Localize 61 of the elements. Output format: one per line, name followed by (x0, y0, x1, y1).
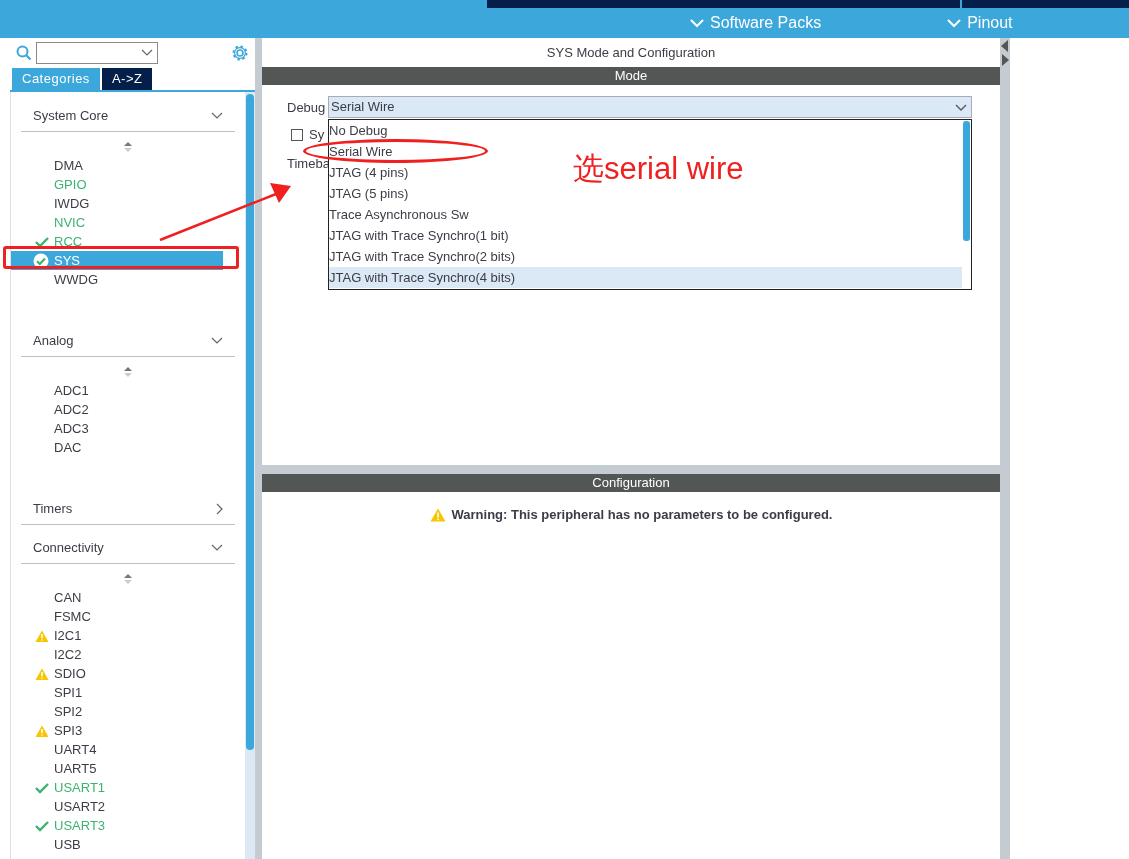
chevron-down-icon (947, 18, 962, 28)
peripheral-item[interactable]: SPI3 (53, 721, 83, 740)
chevron-down-icon (955, 103, 967, 111)
chevron-down-icon (141, 49, 153, 57)
collapse-arrow-icon[interactable] (1001, 40, 1009, 52)
category-header[interactable]: System Core (21, 100, 235, 132)
scrollbar-thumb[interactable] (246, 94, 254, 750)
peripheral-item[interactable]: UART4 (53, 740, 97, 759)
debug-select[interactable]: Serial Wire (328, 96, 972, 118)
peripheral-item[interactable]: ADC1 (53, 381, 89, 400)
peripheral-item[interactable]: DMA (53, 156, 83, 175)
chevron-down-icon (211, 112, 223, 119)
warning-icon (429, 507, 446, 522)
chevron-down-icon (211, 337, 223, 344)
dropdown-option[interactable]: JTAG (5 pins) (329, 183, 409, 204)
search-combo-field[interactable] (36, 42, 158, 64)
category-header[interactable]: Timers (21, 493, 235, 525)
dropdown-option[interactable]: Trace Asynchronous Sw (329, 204, 469, 225)
warning-message: Warning: This peripheral has no parameters to be configured. (451, 506, 833, 524)
category-header[interactable]: Connectivity (21, 532, 235, 564)
peripheral-item[interactable]: ADC2 (53, 400, 89, 419)
peripheral-item[interactable]: DAC (53, 438, 82, 457)
sort-arrows-icon (124, 574, 132, 584)
chevron-down-icon (211, 544, 223, 551)
peripheral-item[interactable]: SPI1 (53, 683, 83, 702)
field-label: Timeba (287, 155, 330, 171)
search-icon (16, 45, 32, 61)
dropdown-option[interactable]: JTAG with Trace Synchro(4 bits) (329, 267, 962, 288)
checkbox-label: Sy (309, 126, 325, 144)
peripheral-item[interactable]: ADC3 (53, 419, 89, 438)
sort-arrows-icon (124, 142, 132, 152)
peripheral-item[interactable]: IWDG (53, 194, 90, 213)
chevron-right-icon (216, 502, 223, 515)
peripheral-item[interactable]: WWDG (53, 270, 99, 289)
chevron-down-icon (690, 18, 704, 28)
dropdown-option[interactable]: Serial Wire (329, 141, 393, 162)
scrollbar-thumb[interactable] (963, 121, 970, 241)
dropdown-option[interactable]: JTAG with Trace Synchro(1 bit) (329, 225, 509, 246)
peripheral-item[interactable]: USB (53, 835, 81, 854)
annotation-text: 选serial wire (573, 153, 744, 184)
section-header: Configuration (262, 474, 1000, 492)
peripheral-item[interactable]: UART5 (53, 759, 97, 778)
peripheral-item[interactable]: I2C1 (53, 626, 82, 645)
category-header[interactable]: Analog (21, 325, 235, 357)
peripheral-item[interactable]: SPI2 (53, 702, 83, 721)
peripheral-item[interactable]: USART2 (53, 797, 106, 816)
tab[interactable]: A->Z (101, 68, 153, 90)
dropdown-option[interactable]: JTAG with Trace Synchro(2 bits) (329, 246, 516, 267)
dropdown-option[interactable]: JTAG (4 pins) (329, 162, 409, 183)
sort-arrows-icon (124, 367, 132, 377)
peripheral-item[interactable]: FSMC (53, 607, 91, 626)
expand-arrow-icon[interactable] (1001, 54, 1009, 66)
checkbox[interactable] (291, 128, 303, 141)
peripheral-item[interactable]: CAN (53, 588, 82, 607)
dropdown-option[interactable]: No Debug (329, 120, 388, 141)
settings-icon[interactable] (231, 44, 249, 62)
section-header: Mode (262, 67, 1000, 85)
peripheral-item[interactable]: SDIO (53, 664, 86, 683)
peripheral-item[interactable]: I2C2 (53, 645, 82, 664)
panel-title: SYS Mode and Configuration (545, 43, 717, 62)
field-label: Debug (287, 99, 326, 117)
